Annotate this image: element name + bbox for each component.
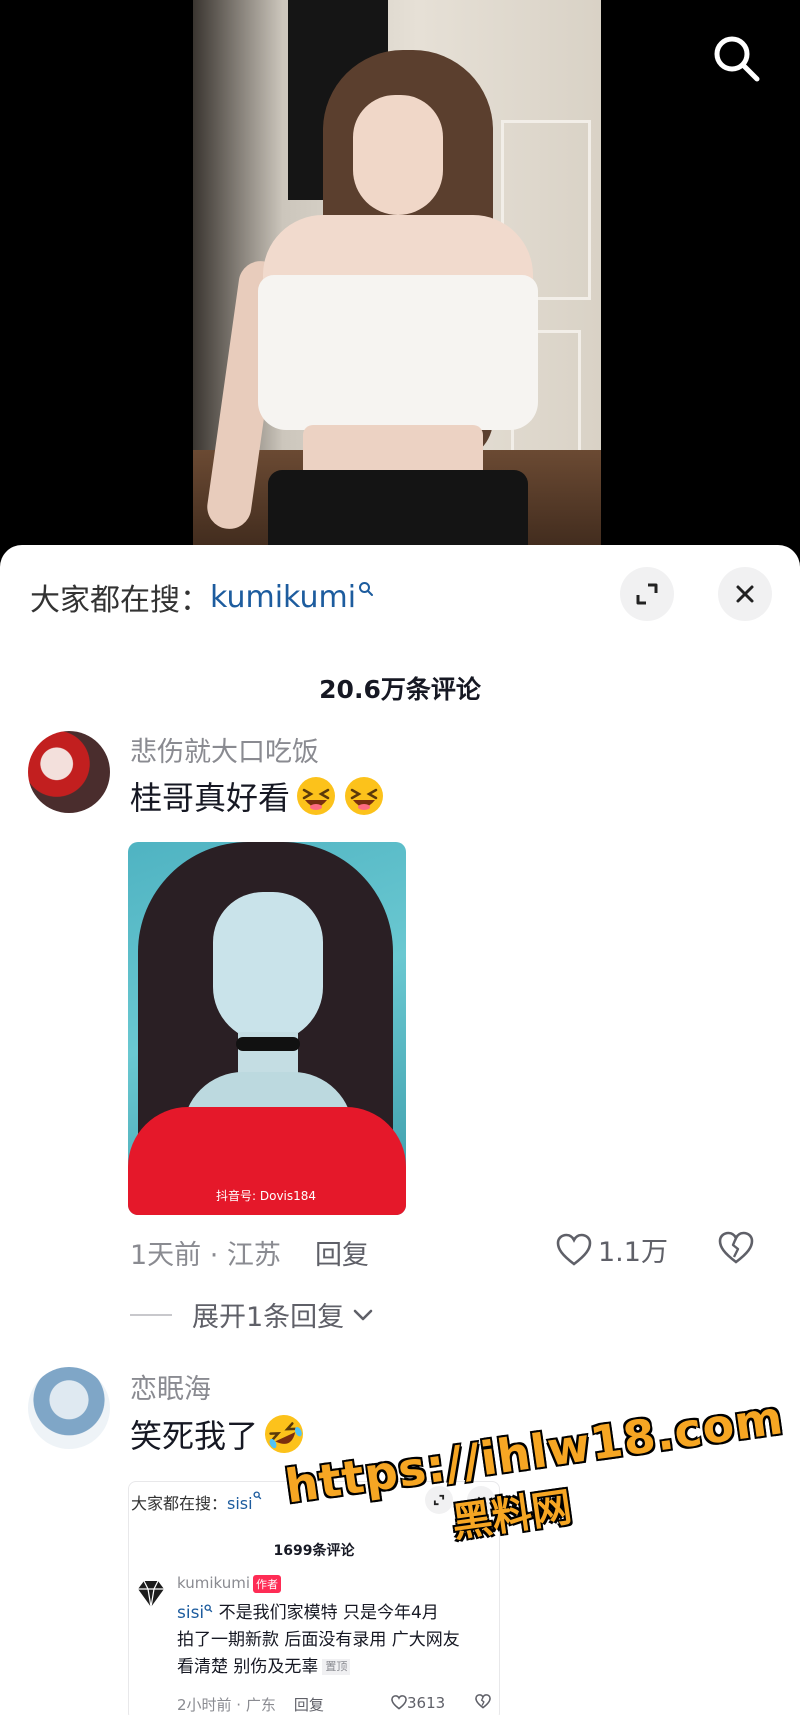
search-icon — [204, 1604, 213, 1613]
divider — [130, 1313, 172, 1316]
video-player[interactable] — [0, 0, 800, 560]
embedded-text-line: 看清楚 别伤及无辜 — [177, 1657, 319, 1677]
embedded-text-keyword: sisi — [177, 1603, 205, 1623]
comment-image-choker — [236, 1037, 300, 1051]
comment-username[interactable]: 恋眠海 — [130, 1367, 211, 1406]
embedded-dislike — [475, 1694, 491, 1713]
search-suggestion-keyword[interactable]: kumikumi — [210, 580, 356, 615]
avatar[interactable] — [28, 1367, 110, 1449]
reply-button[interactable]: 回复 — [315, 1233, 369, 1272]
author-badge: 作者 — [253, 1574, 282, 1593]
search-suggestion[interactable]: 大家都在搜： kumikumi — [30, 575, 374, 619]
heart-icon — [556, 1233, 592, 1266]
close-icon — [736, 585, 754, 603]
image-watermark: 抖音号: Dovis184 — [216, 1189, 317, 1203]
comment-image[interactable]: 抖音号: Dovis184 — [128, 842, 406, 1215]
laughing-face-emoji — [297, 777, 336, 815]
search-icon — [253, 1491, 261, 1500]
video-frame — [193, 0, 601, 560]
expand-icon — [636, 583, 658, 605]
dislike-button[interactable] — [718, 1231, 754, 1269]
comment-meta: 1天前 · 江苏 回复 — [130, 1233, 369, 1272]
embedded-text-line: 拍了一期新款 后面没有录用 广大网友 — [177, 1630, 460, 1650]
embedded-time-location: 2小时前 · 广东 — [177, 1696, 276, 1714]
comment-text: 桂哥真好看 — [130, 773, 386, 819]
embedded-like-count: 3613 — [407, 1694, 446, 1712]
comment-image[interactable]: 大家都在搜：sisi 1699条评论 kumikumi 作者 sisi 不是我们家… — [128, 1481, 500, 1715]
avatar[interactable] — [28, 731, 110, 813]
search-icon — [714, 36, 760, 82]
comment-sheet: 大家都在搜： kumikumi 20.6万条评论 悲伤就大口吃饭 桂哥真好看 抖… — [0, 545, 800, 1715]
embedded-comment-count: 1699条评论 — [273, 1543, 355, 1559]
video-figure-head — [353, 95, 443, 215]
search-button[interactable] — [708, 30, 764, 86]
comment-count: 20.6万条评论 — [319, 675, 481, 704]
like-count: 1.1万 — [598, 1237, 668, 1268]
chevron-down-icon — [353, 1309, 373, 1320]
close-button[interactable] — [718, 567, 772, 621]
embedded-like: 3613 — [391, 1694, 445, 1712]
embedded-comment-text: sisi 不是我们家模特 只是今年4月 拍了一期新款 后面没有录用 广大网友 看… — [177, 1600, 497, 1681]
comment-text-body: 笑死我了 — [130, 1417, 259, 1455]
expand-button[interactable] — [620, 567, 674, 621]
heart-icon — [391, 1695, 407, 1710]
embedded-search-keyword: sisi — [227, 1494, 253, 1513]
embedded-search-label: 大家都在搜： — [131, 1494, 228, 1513]
pinned-badge: 置顶 — [322, 1659, 351, 1675]
comment-image-face — [213, 892, 323, 1042]
broken-heart-icon — [475, 1694, 491, 1709]
comment-text-body: 桂哥真好看 — [130, 779, 291, 817]
expand-replies-label: 展开1条回复 — [192, 1302, 345, 1333]
embedded-search-suggestion: 大家都在搜：sisi — [131, 1490, 262, 1514]
comment-time-location: 1天前 · 江苏 — [130, 1240, 281, 1271]
embedded-username: kumikumi 作者 — [177, 1574, 282, 1593]
embedded-expand-icon — [425, 1486, 453, 1514]
broken-heart-icon — [718, 1231, 754, 1264]
comment-username[interactable]: 悲伤就大口吃饭 — [130, 730, 319, 769]
diamond-icon — [138, 1580, 164, 1608]
comment-text: 笑死我了 — [130, 1411, 306, 1457]
like-button[interactable]: 1.1万 — [556, 1230, 668, 1269]
laughing-face-emoji — [345, 777, 384, 815]
search-suggestion-label: 大家都在搜： — [30, 583, 210, 618]
rolling-on-floor-laughing-emoji — [265, 1415, 304, 1453]
embedded-close-icon — [467, 1486, 495, 1514]
embedded-text-line: 不是我们家模特 只是今年4月 — [218, 1603, 439, 1623]
embedded-reply-label: 回复 — [293, 1696, 324, 1714]
expand-replies-button[interactable]: 展开1条回复 — [130, 1295, 376, 1334]
search-icon — [359, 582, 374, 596]
video-figure-top — [258, 275, 538, 430]
embedded-username-text: kumikumi — [177, 1574, 251, 1592]
embedded-comment-meta: 2小时前 · 广东 回复 — [177, 1694, 324, 1715]
